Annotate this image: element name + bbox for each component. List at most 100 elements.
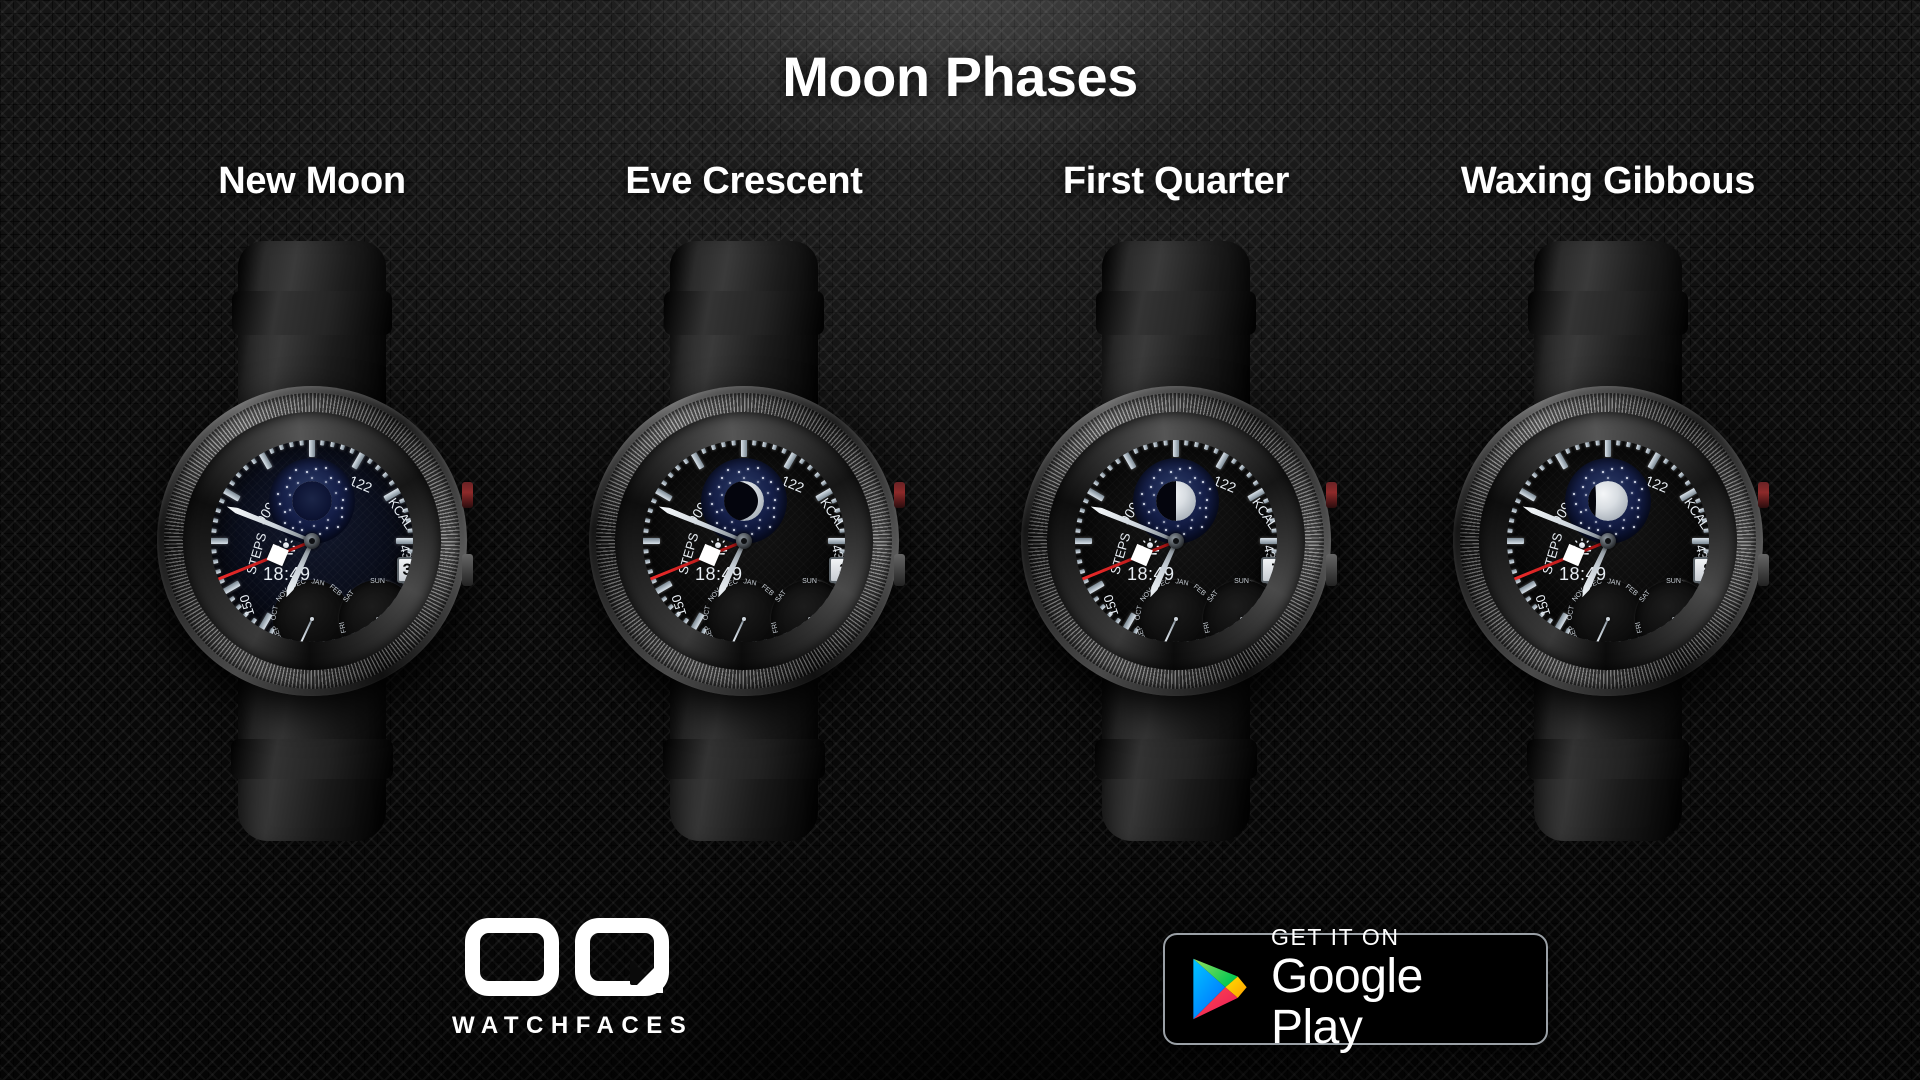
watch-dial[interactable]: 0510455055BPM122KCAL4369091STEPS150DISTB… [1507, 440, 1709, 642]
smartwatch-render[interactable]: 0510455055BPM122KCAL4369091STEPS150DISTB… [986, 241, 1366, 841]
star-dot [1198, 492, 1201, 495]
star-dot [768, 525, 771, 528]
star-dot [1189, 480, 1192, 483]
watch-dial[interactable]: 0510455055BPM122KCAL4369091STEPS150DISTB… [211, 440, 413, 642]
weekday-subdial[interactable]: SUNMONTUEWEDTHUFRISAT [1203, 578, 1277, 642]
rotating-bezel[interactable]: 0510455055BPM122KCAL4369091STEPS150DISTB… [1028, 393, 1324, 689]
subdial-pin [742, 617, 746, 621]
weekday-subdial[interactable]: SUNMONTUEWEDTHUFRISAT [339, 578, 413, 642]
phase-label: Waxing Gibbous [1460, 160, 1756, 202]
star-dot [305, 471, 308, 474]
star-dot [777, 488, 780, 491]
star-dot [1621, 480, 1624, 483]
star-dot [1156, 526, 1159, 529]
star-dot [1579, 510, 1582, 513]
crown-button-top[interactable] [1326, 482, 1337, 508]
star-dot [1177, 524, 1180, 527]
oq-watchfaces-logo: WATCHFACES [452, 918, 686, 1040]
phase-label: Eve Crescent [625, 160, 863, 202]
smartwatch-render[interactable]: 0510455055BPM122KCAL4369091STEPS150DISTB… [554, 241, 934, 841]
star-dot [733, 528, 736, 531]
smartwatch-render[interactable]: 0510455055BPM122KCAL4369091STEPS150DISTB… [1418, 241, 1798, 841]
star-dot [334, 492, 337, 495]
star-dot [717, 486, 720, 489]
star-dot [324, 467, 327, 470]
rotating-bezel[interactable]: 0510455055BPM122KCAL4369091STEPS150DISTB… [596, 393, 892, 689]
phase-label: New Moon [218, 160, 406, 202]
letter-o-icon [465, 918, 559, 996]
watch-dial[interactable]: 0510455055BPM122KCAL4369091STEPS150DISTB… [1075, 440, 1277, 642]
star-dot [721, 477, 724, 480]
star-dot [1209, 488, 1212, 491]
google-play-triangle-icon [1191, 957, 1249, 1021]
star-dot [1626, 476, 1629, 479]
star-dot [1153, 509, 1156, 511]
crown-button-top[interactable] [462, 482, 473, 508]
hands-hub [736, 533, 752, 549]
subdial-pin [1240, 617, 1244, 621]
star-dot [1631, 507, 1634, 510]
moon-disc-new [292, 480, 332, 521]
date-window[interactable]: 30 [397, 557, 413, 583]
star-dot [1162, 520, 1165, 523]
star-dot [746, 468, 749, 470]
google-play-label: Google Play [1271, 950, 1423, 1054]
star-dot [1147, 510, 1150, 513]
star-dot [289, 477, 292, 480]
crown-button-bottom[interactable] [1326, 554, 1337, 586]
weekday-subdial[interactable]: SUNMONTUEWEDTHUFRISAT [771, 578, 845, 642]
star-dot [1159, 469, 1162, 472]
crown-button-top[interactable] [1758, 482, 1769, 508]
star-dot [1632, 525, 1635, 528]
watch-case: 0510455055BPM122KCAL4369091STEPS150DISTB… [157, 386, 473, 696]
star-dot [1597, 528, 1600, 531]
crown-button-top[interactable] [894, 482, 905, 508]
star-dot [1199, 507, 1202, 510]
star-dot [715, 510, 718, 513]
watch-case: 0510455055BPM122KCAL4369091STEPS150DISTB… [1453, 386, 1769, 696]
date-window[interactable]: 7 [1261, 557, 1277, 583]
star-dot [757, 480, 760, 483]
star-dot [1573, 492, 1576, 495]
watch-card-3: First Quarter 0510455055BPM122KCAL4369091… [971, 160, 1381, 841]
star-dot [1205, 507, 1208, 510]
smartwatch-render[interactable]: 0510455055BPM122KCAL4369091STEPS150DISTB… [122, 241, 502, 841]
crown-button-bottom[interactable] [462, 554, 473, 586]
star-dot [313, 524, 316, 527]
date-window[interactable]: 8 [1693, 557, 1709, 583]
watch-gallery: New Moon 0510455055BPM122KCAL4369091STEPS… [0, 160, 1920, 841]
star-dot [1153, 477, 1156, 480]
star-dot [737, 471, 740, 474]
star-dot [301, 528, 304, 531]
star-dot [1641, 488, 1644, 491]
star-dot [277, 492, 280, 495]
star-dot [288, 494, 291, 497]
rotating-bezel[interactable]: 0510455055BPM122KCAL4369091STEPS150DISTB… [164, 393, 460, 689]
watch-dial[interactable]: 0510455055BPM122KCAL4369091STEPS150DISTB… [643, 440, 845, 642]
google-play-badge[interactable]: GET IT ON Google Play [1163, 924, 1548, 1052]
crown-button-bottom[interactable] [1758, 554, 1769, 586]
star-dot [285, 486, 288, 489]
star-dot [1204, 516, 1207, 519]
watch-case: 0510455055BPM122KCAL4369091STEPS150DISTB… [589, 386, 905, 696]
star-dot [341, 498, 344, 501]
star-dot [1585, 477, 1588, 480]
star-dot [1636, 516, 1639, 519]
star-dot [1585, 509, 1588, 511]
date-window[interactable]: 3 [829, 557, 845, 583]
star-dot [730, 520, 733, 523]
crown-button-bottom[interactable] [894, 554, 905, 586]
subdial-pin [808, 617, 812, 621]
star-dot [326, 519, 329, 522]
star-dot [773, 498, 776, 501]
letter-q-icon [575, 918, 669, 996]
weekday-subdial[interactable]: SUNMONTUEWEDTHUFRISAT [1635, 578, 1709, 642]
star-dot [1141, 492, 1144, 495]
watch-card-1: New Moon 0510455055BPM122KCAL4369091STEPS… [107, 160, 517, 841]
star-dot [750, 532, 753, 535]
star-dot [314, 468, 317, 470]
rotating-bezel[interactable]: 0510455055BPM122KCAL4369091STEPS150DISTB… [1460, 393, 1756, 689]
bezel-inner-ring: 0510455055BPM122KCAL4369091STEPS150DISTB… [615, 412, 873, 670]
star-dot [345, 488, 348, 491]
star-dot [773, 507, 776, 510]
